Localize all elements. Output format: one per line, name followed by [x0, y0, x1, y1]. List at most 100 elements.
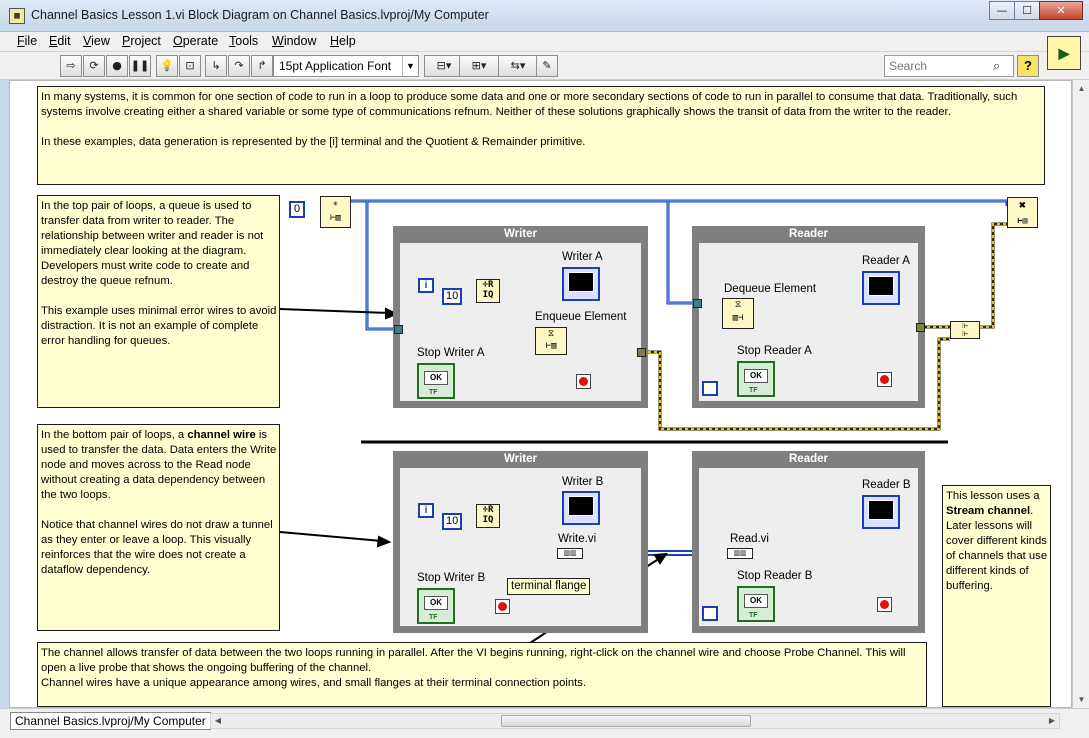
- write-vi-label: Write.vi: [558, 533, 597, 545]
- menu-bar: File Edit View Project Operate Tools Win…: [0, 32, 1089, 52]
- align-objects-icon[interactable]: ⊟▾: [424, 55, 464, 77]
- menu-tools-label: ools: [235, 34, 259, 48]
- numeric-constant-ten-b[interactable]: 10: [442, 513, 462, 530]
- close-button[interactable]: ✕: [1039, 1, 1083, 20]
- context-help-button[interactable]: ?: [1017, 55, 1039, 77]
- menu-project-label: roject: [130, 34, 161, 48]
- stop-label-writer-a: Stop Writer A: [417, 347, 485, 359]
- project-context[interactable]: Channel Basics.lvproj/My Computer: [10, 712, 211, 730]
- horizontal-scrollbar[interactable]: ◀ ▶: [210, 713, 1060, 729]
- block-diagram-canvas[interactable]: In many systems, it is common for one se…: [9, 80, 1072, 708]
- quotient-remainder-node-b[interactable]: ÷R IQ: [476, 504, 500, 528]
- highlight-execution-icon[interactable]: 💡: [156, 55, 178, 77]
- loop-condition-reader-a[interactable]: [877, 372, 892, 387]
- vi-connector-icon[interactable]: ▶: [1047, 36, 1081, 70]
- chart-screen: [868, 500, 894, 520]
- loop-condition-writer-a[interactable]: [576, 374, 591, 389]
- distribute-objects-icon[interactable]: ⊞▾: [459, 55, 499, 77]
- menu-help[interactable]: Help: [330, 34, 356, 48]
- loop-condition-reader-b[interactable]: [877, 597, 892, 612]
- stop-button-reader-b[interactable]: OK TF: [737, 586, 775, 622]
- stop-label-reader-b: Stop Reader B: [737, 570, 813, 582]
- loop-label-reader-b: Reader: [789, 453, 828, 465]
- menu-view[interactable]: View: [83, 34, 110, 48]
- iteration-terminal-writer-b[interactable]: i: [418, 503, 434, 518]
- waveform-chart-reader-b[interactable]: [862, 495, 900, 529]
- menu-operate[interactable]: Operate: [173, 34, 218, 48]
- tf-glyph: TF: [429, 389, 438, 396]
- cleanup-diagram-icon[interactable]: ✎: [536, 55, 558, 77]
- waveform-chart-writer-a[interactable]: [562, 267, 600, 301]
- loop-condition-writer-b[interactable]: [495, 599, 510, 614]
- search-placeholder: Search: [889, 59, 928, 73]
- note-channel-text-a: In the bottom pair of loops, a: [41, 429, 188, 441]
- scroll-thumb[interactable]: [501, 715, 751, 727]
- note-queue: In the top pair of loops, a queue is use…: [37, 195, 280, 408]
- menu-edit[interactable]: Edit: [49, 34, 71, 48]
- menu-window[interactable]: Window: [272, 34, 316, 48]
- chart-screen: [868, 276, 894, 296]
- release-queue-node[interactable]: ✖ ⊢▥: [1007, 197, 1038, 228]
- dequeue-element-node[interactable]: ⧖ ▥⊣: [722, 298, 754, 329]
- note-stream: This lesson uses a Stream channel. Later…: [942, 485, 1051, 707]
- chart-screen: [568, 272, 594, 292]
- enqueue-element-node[interactable]: ⧖ ⊢▥: [535, 327, 567, 355]
- stop-button-reader-a[interactable]: OK TF: [737, 361, 775, 397]
- minimize-button[interactable]: —: [989, 1, 1015, 20]
- channel-read-node[interactable]: ▥▥: [727, 548, 753, 559]
- error-tunnel-reader-a: [916, 323, 925, 332]
- stop-button-writer-b[interactable]: OK TF: [417, 588, 455, 624]
- iteration-terminal-reader-a[interactable]: [702, 381, 718, 396]
- scroll-right-icon[interactable]: ▶: [1045, 714, 1059, 728]
- menu-window-label: indow: [283, 34, 317, 48]
- loop-label-writer-a: Writer: [503, 228, 538, 240]
- note-channel-text-b: is used to transfer the data. Data enter…: [41, 429, 277, 576]
- reorder-icon[interactable]: ⇆▾: [498, 55, 538, 77]
- ok-glyph: OK: [424, 371, 448, 385]
- step-out-icon[interactable]: ↱: [251, 55, 273, 77]
- iteration-terminal-reader-b[interactable]: [702, 606, 718, 621]
- merge-errors-node[interactable]: ⁝⊢ ⁝⊢: [950, 321, 980, 339]
- search-icon[interactable]: ⌕: [993, 58, 1009, 74]
- channel-write-node[interactable]: ▥▥: [557, 548, 583, 559]
- menu-file-accel: F: [17, 34, 25, 48]
- font-dropdown[interactable]: 15pt Application Font ▼: [273, 55, 419, 77]
- step-into-icon[interactable]: ↳: [205, 55, 227, 77]
- loop-label-writer-b: Writer: [503, 453, 538, 465]
- maximize-button[interactable]: ☐: [1014, 1, 1040, 20]
- search-input[interactable]: Search ⌕: [884, 55, 1014, 77]
- dequeue-label: Dequeue Element: [724, 283, 817, 295]
- tf-glyph: TF: [749, 387, 758, 394]
- pause-icon[interactable]: ❚❚: [129, 55, 151, 77]
- tf-glyph: TF: [429, 614, 438, 621]
- refnum-tunnel-reader-a: [693, 299, 702, 308]
- scroll-left-icon[interactable]: ◀: [211, 714, 225, 728]
- vertical-scrollbar[interactable]: ▲ ▼: [1072, 80, 1089, 708]
- waveform-chart-writer-b[interactable]: [562, 491, 600, 525]
- scroll-up-icon[interactable]: ▲: [1075, 82, 1088, 95]
- run-continuously-icon[interactable]: ⟳: [83, 55, 105, 77]
- numeric-constant-ten-a[interactable]: 10: [442, 288, 462, 305]
- menu-project[interactable]: Project: [122, 34, 161, 48]
- waveform-chart-reader-a[interactable]: [862, 271, 900, 305]
- note-stream-text-a: This lesson uses a: [946, 490, 1040, 502]
- step-over-icon[interactable]: ↷: [228, 55, 250, 77]
- menu-edit-label: dit: [57, 34, 71, 48]
- numeric-constant-zero[interactable]: 0: [289, 201, 305, 218]
- menu-file[interactable]: File: [17, 34, 37, 48]
- stop-button-writer-a[interactable]: OK TF: [417, 363, 455, 399]
- obtain-queue-node[interactable]: ✳ ⊢▥: [320, 196, 351, 228]
- ok-glyph: OK: [424, 596, 448, 610]
- menu-tools[interactable]: Tools: [229, 34, 258, 48]
- run-arrow-icon[interactable]: ⇨: [60, 55, 82, 77]
- ok-glyph: OK: [744, 369, 768, 383]
- abort-icon[interactable]: ●: [106, 55, 128, 77]
- quotient-remainder-node-a[interactable]: ÷R IQ: [476, 279, 500, 303]
- terminal-flange-label: terminal flange: [507, 578, 591, 595]
- labview-diagram-icon: ▦: [9, 8, 25, 24]
- iteration-terminal-writer-a[interactable]: i: [418, 278, 434, 293]
- retain-wire-values-icon[interactable]: ⊡: [179, 55, 201, 77]
- note-intro: In many systems, it is common for one se…: [37, 86, 1045, 185]
- chart-label-writer-a: Writer A: [562, 251, 603, 263]
- scroll-down-icon[interactable]: ▼: [1075, 693, 1088, 706]
